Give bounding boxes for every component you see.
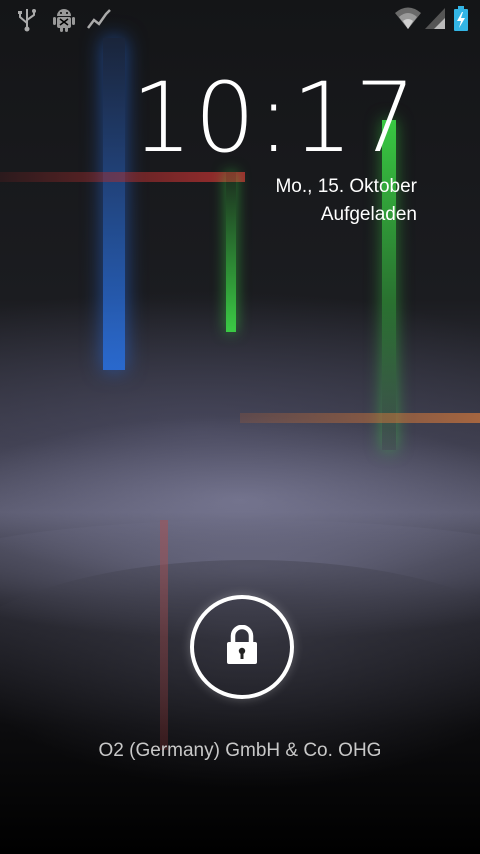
battery-charging-icon [454,6,468,31]
light-streak-orange [240,413,480,423]
usb-icon [18,9,36,32]
wifi-icon [395,7,421,29]
date-label: Mo., 15. Oktober [275,176,417,197]
light-streak-green [226,172,236,332]
clock-time: 10:17 [131,62,418,174]
charging-status: Aufgeladen [320,204,417,225]
status-bar[interactable] [0,0,480,38]
cell-signal-icon [425,8,445,29]
carrier-label: O2 (Germany) GmbH & Co. OHG [98,740,382,761]
light-streak-blue [103,38,125,370]
trend-icon [87,9,111,29]
unlock-button[interactable] [190,595,294,699]
light-streak-red [160,520,168,750]
android-debug-icon [53,9,75,32]
lock-icon [227,625,257,664]
